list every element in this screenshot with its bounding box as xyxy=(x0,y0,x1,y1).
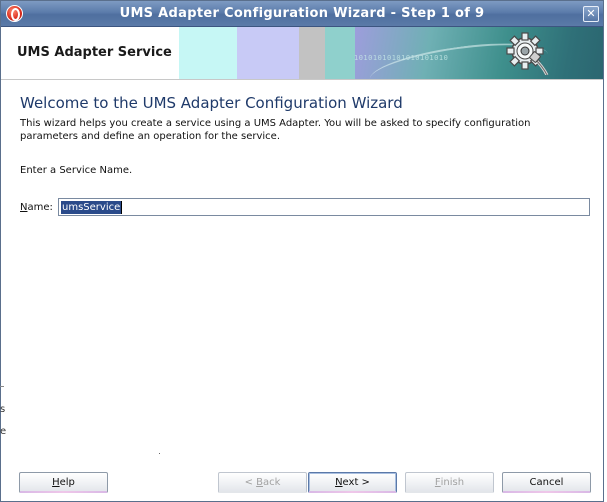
service-name-value: umsService xyxy=(61,200,122,214)
help-button[interactable]: Help xyxy=(19,472,108,493)
finish-button[interactable]: Finish xyxy=(405,472,494,493)
back-button[interactable]: < Back xyxy=(218,472,307,493)
gear-plug-icon xyxy=(506,32,549,75)
close-button[interactable]: ✕ xyxy=(583,6,599,22)
wizard-banner: UMS Adapter Service 10101010101010101010 xyxy=(1,27,603,80)
title-bar[interactable]: UMS Adapter Configuration Wizard - Step … xyxy=(1,1,603,27)
background-window-text: e xyxy=(0,426,7,437)
banner-binary-text: 10101010101010101010 xyxy=(354,54,449,62)
wizard-window: UMS Adapter Configuration Wizard - Step … xyxy=(0,0,604,502)
background-window-text: s xyxy=(0,404,6,415)
text-caret xyxy=(121,200,123,214)
stray-dot xyxy=(159,453,160,454)
service-name-input[interactable]: umsService xyxy=(58,198,590,216)
banner-graphic: 10101010101010101010 xyxy=(179,27,603,79)
banner-title: UMS Adapter Service xyxy=(17,45,172,60)
background-window-edge xyxy=(0,386,4,387)
next-button[interactable]: Next > xyxy=(308,472,397,493)
window-title: UMS Adapter Configuration Wizard - Step … xyxy=(119,6,485,21)
service-name-prompt: Enter a Service Name. xyxy=(20,165,133,176)
cancel-button[interactable]: Cancel xyxy=(502,472,591,493)
name-label: Name: xyxy=(20,202,53,213)
page-heading: Welcome to the UMS Adapter Configuration… xyxy=(20,94,403,112)
wizard-description: This wizard helps you create a service u… xyxy=(20,118,531,142)
